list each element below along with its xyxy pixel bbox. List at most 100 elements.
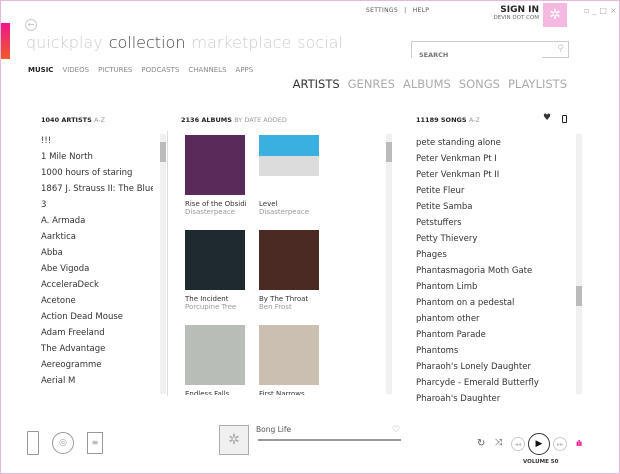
artist-item[interactable]: Action Dead Mouse (41, 309, 153, 325)
song-item[interactable]: Pharoah's Daughter (416, 391, 561, 407)
song-item[interactable]: Petite Samba (416, 199, 561, 215)
tab-genres[interactable]: GENRES (348, 77, 395, 91)
repeat-icon[interactable]: ↻ (477, 438, 485, 449)
disc-icon[interactable]: ◎ (52, 432, 74, 454)
search-input[interactable] (412, 47, 542, 63)
window-controls[interactable]: ▫_□× (584, 6, 620, 15)
album-cover (185, 325, 245, 385)
song-item[interactable]: phantom other (416, 311, 561, 327)
album-title: Endless Falls (185, 390, 230, 395)
song-item[interactable]: Phantom Limb (416, 279, 561, 295)
albums-header[interactable]: 2136 ALBUMS BY DATE ADDED (181, 116, 287, 124)
album-tile[interactable]: Level Disasterpeace (259, 135, 321, 216)
song-item[interactable]: Phages (416, 247, 561, 263)
song-item[interactable]: Phantasmagoria Moth Gate (416, 263, 561, 279)
help-link[interactable]: HELP (413, 7, 429, 14)
artist-item[interactable]: !!! (41, 133, 153, 149)
albums-grid: Rise of the ObsidianDisasterpeaceLevelDi… (185, 135, 335, 395)
artist-item[interactable]: 3 (41, 197, 153, 213)
album-cover (259, 325, 319, 385)
song-item[interactable]: Peter Venkman Pt I (416, 151, 561, 167)
song-item[interactable]: Pharcyde - Emerald Butterfly (416, 375, 561, 391)
artists-header[interactable]: 1040 ARTISTS A-Z (41, 116, 105, 124)
artist-item[interactable]: Aarktica (41, 229, 153, 245)
heart-filter-icon[interactable]: ♥ (543, 113, 551, 123)
tab-artists[interactable]: ARTISTS (293, 77, 340, 91)
volume-icon[interactable]: ılı (576, 439, 582, 448)
device-filter-icon[interactable] (562, 115, 567, 123)
settings-link[interactable]: SETTINGS (366, 7, 398, 14)
now-playing-art[interactable]: ✲ (219, 425, 249, 455)
artist-item[interactable]: AcceleraDeck (41, 277, 153, 293)
album-title: Rise of the Obsidian (185, 200, 247, 208)
song-item[interactable]: Pharaoh's Lonely Daughter (416, 359, 561, 375)
tab-songs[interactable]: SONGS (459, 77, 500, 91)
artist-item[interactable]: Adam Freeland (41, 325, 153, 341)
subnav-pictures[interactable]: PICTURES (98, 66, 132, 74)
subnav-podcasts[interactable]: PODCASTS (141, 66, 179, 74)
artist-item[interactable]: Abe Vigoda (41, 261, 153, 277)
artist-item[interactable]: Aereogramme (41, 357, 153, 373)
pivot-quickplay[interactable]: quickplay (26, 33, 103, 52)
shuffle-icon[interactable]: ⤨ (495, 438, 502, 448)
album-tile[interactable]: Endless Falls (185, 325, 247, 395)
album-title: Level (259, 200, 278, 208)
subnav-videos[interactable]: VIDEOS (62, 66, 89, 74)
subnav-channels[interactable]: CHANNELS (188, 66, 226, 74)
song-item[interactable]: Peter Venkman Pt II (416, 167, 561, 183)
song-item[interactable]: Phantom on a pedestal (416, 295, 561, 311)
pivot-collection[interactable]: collection (109, 33, 186, 52)
song-item[interactable]: Petite Fleur (416, 183, 561, 199)
main-pivot: quickplay collection marketplace social (26, 33, 349, 52)
song-item[interactable]: pete standing alone (416, 135, 561, 151)
album-cover (259, 135, 319, 195)
tab-albums[interactable]: ALBUMS (403, 77, 451, 91)
volume-label: VOLUME 50 (523, 459, 559, 465)
album-tile[interactable]: First Narrows (259, 325, 321, 395)
pivot-social[interactable]: social (297, 33, 343, 52)
artist-item[interactable]: The Advantage (41, 341, 153, 357)
tab-playlists[interactable]: PLAYLISTS (508, 77, 567, 91)
album-cover (185, 135, 245, 195)
artist-item[interactable]: Abba (41, 245, 153, 261)
favorite-icon[interactable]: ♡ (392, 425, 400, 435)
sign-in[interactable]: SIGN IN DEVIN DOT COM (481, 5, 539, 21)
albums-scrollbar[interactable] (386, 134, 392, 394)
next-button[interactable]: ▸▸ (553, 437, 567, 451)
song-item[interactable]: Petstuffers (416, 215, 561, 231)
album-tile[interactable]: The Incident Porcupine Tree (185, 230, 247, 311)
top-links: SETTINGS | HELP (366, 7, 430, 14)
previous-button[interactable]: ◂◂ (511, 437, 525, 451)
zune-avatar[interactable]: ✲ (543, 3, 567, 27)
artists-scrollbar[interactable] (160, 134, 166, 394)
play-button[interactable]: ▶ (528, 433, 550, 455)
songs-header[interactable]: 11189 SONGS A-Z (416, 116, 480, 124)
songs-scrollbar[interactable] (576, 134, 582, 394)
search-icon[interactable]: ⚲ (557, 44, 564, 54)
search-box[interactable]: ⚲ (411, 41, 569, 63)
artist-item[interactable]: 1000 hours of staring (41, 165, 153, 181)
album-tile[interactable]: Rise of the ObsidianDisasterpeace (185, 135, 247, 216)
song-item[interactable]: Phantom Parade (416, 327, 561, 343)
song-item[interactable]: Phantoms (416, 343, 561, 359)
pivot-marketplace[interactable]: marketplace (191, 33, 291, 52)
album-title: The Incident (185, 295, 229, 303)
album-cover (259, 230, 319, 290)
artist-item[interactable]: 1 Mile North (41, 149, 153, 165)
artist-item[interactable]: A. Armada (41, 213, 153, 229)
artist-item[interactable]: Acetone (41, 293, 153, 309)
album-tile[interactable]: By The Throat Ben Frost (259, 230, 321, 311)
album-artist: Disasterpeace (259, 208, 310, 216)
playlist-icon[interactable]: ≡ (87, 432, 103, 454)
artist-item[interactable]: Aerial M (41, 373, 153, 389)
album-artist: Disasterpeace (185, 208, 236, 216)
songs-list: pete standing alone Peter Venkman Pt I Pet… (416, 135, 561, 407)
progress-bar[interactable] (258, 439, 401, 441)
back-button[interactable]: ← (25, 19, 37, 31)
artist-item[interactable]: 1867 J. Strauss II: The Blue (41, 181, 153, 197)
device-icon[interactable] (27, 431, 39, 455)
subnav-apps[interactable]: APPS (236, 66, 254, 74)
song-item[interactable]: Petty Thievery (416, 231, 561, 247)
subnav-music[interactable]: MUSIC (28, 66, 53, 74)
view-tabs: ARTISTS GENRES ALBUMS SONGS PLAYLISTS (285, 73, 567, 92)
